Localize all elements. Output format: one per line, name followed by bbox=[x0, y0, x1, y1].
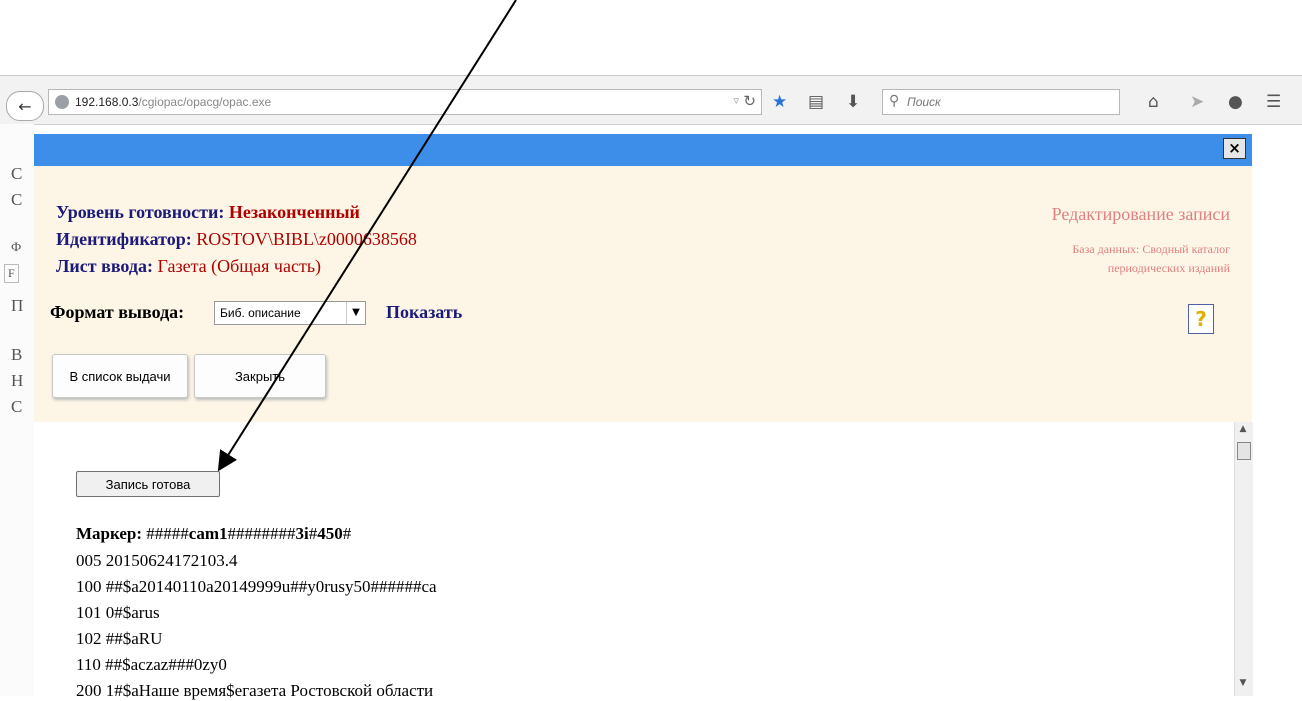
send-icon[interactable]: ➤ bbox=[1190, 92, 1204, 112]
bg-letter: Н bbox=[11, 371, 24, 390]
marker-part: # bbox=[342, 524, 352, 543]
modal-header bbox=[34, 134, 1252, 166]
bg-letter: С bbox=[11, 397, 23, 416]
marker-part: ######## bbox=[227, 524, 296, 543]
help-question-icon[interactable]: ? bbox=[1188, 304, 1214, 334]
edit-record-title: Редактирование записи bbox=[1051, 204, 1230, 224]
readiness-value: Незаконченный bbox=[228, 202, 360, 222]
url-host: 192.168.0.3 bbox=[75, 95, 139, 109]
marc-field-line: 101 0#$arus bbox=[76, 603, 160, 622]
search-input[interactable]: ⚲ Поиск bbox=[882, 89, 1120, 115]
globe-icon bbox=[55, 95, 69, 109]
database-name-line2: периодических изданий bbox=[1107, 261, 1230, 275]
scrollbar-thumb[interactable] bbox=[1237, 442, 1251, 460]
bg-letter: С bbox=[11, 190, 23, 209]
marker-part: cam1 bbox=[188, 524, 228, 543]
marker-part: 450 bbox=[317, 524, 343, 543]
home-icon[interactable]: ⌂ bbox=[1148, 92, 1159, 112]
marker-part: 3i bbox=[295, 524, 309, 543]
output-format-select[interactable]: Биб. описание ▼ bbox=[214, 301, 366, 325]
output-format-label: Формат вывода: bbox=[50, 302, 185, 322]
bg-letter: С bbox=[11, 164, 23, 183]
search-placeholder: Поиск bbox=[907, 95, 941, 109]
input-sheet-row: Лист ввода: Газета (Общая часть) bbox=[56, 256, 321, 277]
star-icon[interactable]: ★ bbox=[772, 92, 787, 112]
marker-part: ##### bbox=[146, 524, 189, 543]
clipboard-icon[interactable]: ▤ bbox=[808, 92, 824, 112]
database-name-line1: База данных: Сводный каталог bbox=[1072, 242, 1230, 256]
url-dropdown-icon[interactable]: ▿ bbox=[733, 94, 739, 107]
marc-field-line: 200 1#$aНаше время$eгазета Ростовской об… bbox=[76, 681, 434, 700]
readiness-row: Уровень готовности: Незаконченный bbox=[56, 202, 360, 223]
bg-input-stub: F bbox=[4, 264, 19, 283]
marc-field-line: 005 20150624172103.4 bbox=[76, 551, 238, 570]
url-path: /cgiopac/opacg/opac.exe bbox=[138, 95, 272, 109]
menu-icon[interactable]: ☰ bbox=[1266, 92, 1281, 112]
marc-field-line: 110 ##$aczaz###0zy0 bbox=[76, 655, 227, 674]
record-ready-button[interactable]: Запись готова bbox=[76, 471, 220, 497]
identifier-label: Идентификатор: bbox=[56, 229, 192, 249]
reload-icon[interactable]: ↻ bbox=[743, 92, 756, 110]
search-icon: ⚲ bbox=[889, 93, 900, 109]
show-link[interactable]: Показать bbox=[386, 302, 462, 323]
back-arrow-icon[interactable]: ← bbox=[6, 91, 44, 121]
scroll-up-icon[interactable]: ▲ bbox=[1234, 424, 1252, 434]
marc-field-line: 100 ##$a20140110a20149999u##y0rusy50####… bbox=[76, 577, 437, 596]
readiness-label: Уровень готовности: bbox=[56, 202, 225, 222]
identifier-value: ROSTOV\BIBL\z0000638568 bbox=[196, 229, 417, 249]
url-bar[interactable]: 192.168.0.3/cgiopac/opacg/opac.exe ▿ ↻ bbox=[48, 89, 762, 115]
bg-letter: Ф bbox=[11, 239, 22, 254]
input-sheet-label: Лист ввода: bbox=[56, 256, 154, 276]
url-text: 192.168.0.3/cgiopac/opacg/opac.exe bbox=[75, 95, 271, 109]
chat-icon[interactable]: ● bbox=[1228, 92, 1243, 112]
marc-field-line: 102 ##$aRU bbox=[76, 629, 163, 648]
input-sheet-value: Газета (Общая часть) bbox=[157, 256, 322, 276]
marker-part: # bbox=[308, 524, 318, 543]
scrollbar[interactable] bbox=[1234, 422, 1253, 696]
add-to-list-button[interactable]: В список выдачи bbox=[52, 354, 188, 398]
marker-line: Маркер: #####cam1########3i#450# bbox=[76, 524, 351, 544]
scroll-down-icon[interactable]: ▼ bbox=[1234, 678, 1252, 688]
close-icon[interactable]: × bbox=[1223, 138, 1246, 159]
marker-label: Маркер: bbox=[76, 524, 143, 543]
download-icon[interactable]: ⬇ bbox=[846, 92, 860, 112]
bg-letter: П bbox=[11, 296, 24, 315]
identifier-row: Идентификатор: ROSTOV\BIBL\z0000638568 bbox=[56, 229, 417, 250]
bg-letter: В bbox=[11, 345, 23, 364]
close-button[interactable]: Закрыть bbox=[194, 354, 326, 398]
output-format-value: Биб. описание bbox=[220, 306, 301, 320]
chevron-down-icon: ▼ bbox=[346, 302, 365, 324]
